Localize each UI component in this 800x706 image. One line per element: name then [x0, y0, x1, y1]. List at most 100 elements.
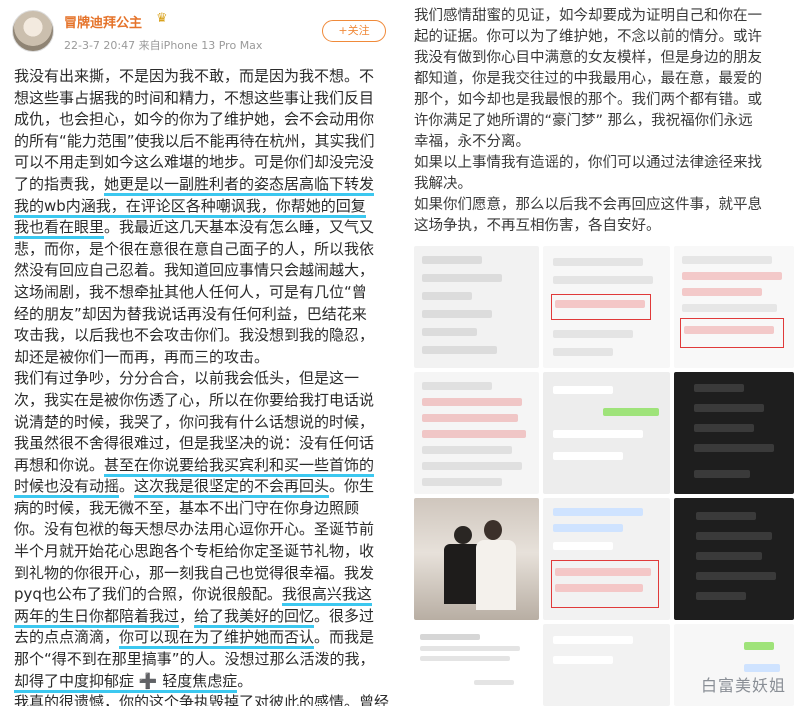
post-text: 。很多过: [314, 606, 375, 625]
weibo-post-panel: 冒牌迪拜公主 ♛ 22-3-7 20:47 来自iPhone 13 Pro Ma…: [0, 0, 400, 706]
post-line: 如果你们愿意，那么以后我不会再回应这件事，就平息: [414, 197, 762, 213]
post-line: 我真的很遗憾，你的这个争执毁掉了对彼此的感情。曾经: [14, 692, 390, 706]
author-name[interactable]: 冒牌迪拜公主: [64, 12, 142, 31]
post-line: 那个，如今却也是我最恨的那个。我们两个都有错。或: [414, 92, 762, 108]
underlined-text: 你可以现在为了维护她而否认: [119, 628, 315, 650]
post-text: 了的指责我，: [14, 174, 105, 193]
avatar[interactable]: [12, 10, 54, 52]
underlined-text: 甚至在你说要给我买宾利和买一些首饰的: [104, 455, 375, 477]
post-text: 。而我是: [314, 628, 375, 647]
post-continuation-panel: 我们感情甜蜜的见证，如今却要成为证明自己和你在一 起的证据。你可以为了维护她，不念…: [400, 0, 800, 706]
post-text: 想这些事占据我的时间和精力，不想这些事让我们反目: [14, 88, 375, 107]
couple-photo: [414, 498, 539, 620]
post-line: 攻击我，以后我也不会攻击你们。我没想到我的隐忍，: [14, 325, 386, 347]
post-line: 可以不用走到如今这么难堪的地步。可是你们却没完没: [14, 152, 386, 174]
post-line: 去的点点滴滴，你可以现在为了维护她而否认。而我是: [14, 627, 386, 650]
chat-screenshot-2: [543, 246, 670, 368]
post-text: 的所有“能力范围”使我以后不能再待在杭州，其实我们: [14, 131, 375, 150]
post-text: 去的点点滴滴，: [14, 628, 120, 647]
post-text: 说清楚的时候，我哭了，你问我有什么话想说的时候，: [14, 412, 375, 431]
post-line: 幸福，永不分离。: [414, 134, 530, 150]
post-text: 病的时候，我无微不至，基本不出门守在你身边照顾: [14, 498, 360, 517]
post-line: 想这些事占据我的时间和精力，不想这些事让我们反目: [14, 88, 386, 110]
post-body-left: 我没有出来撕，不是因为我不敢，而是因为我不想。不 想这些事占据我的时间和精力，不想…: [14, 66, 390, 706]
post-text: 可以不用走到如今这么难堪的地步。可是你们却没完没: [14, 153, 375, 172]
post-line: 时候也没有动摇。这次我是很坚定的不会再回头。你生: [14, 476, 386, 499]
post-line: 我们有过争吵，分分合合，以前我会低头，但是这一: [14, 368, 386, 390]
post-line: 起的证据。你可以为了维护她，不念以前的情分。或许: [414, 29, 762, 45]
post-line: 了的指责我，她更是以一副胜利者的姿态居高临下转发: [14, 174, 386, 196]
post-text: 然没有回应自己忍着。我知道回应事情只会越闹越大，: [14, 261, 375, 280]
chat-screenshot-1: [414, 246, 539, 368]
follow-button[interactable]: +关注: [322, 20, 386, 42]
chat-screenshot-7: [543, 498, 670, 620]
post-text: 我们有过争吵，分分合合，以前我会低头，但是这一: [14, 369, 360, 388]
post-line: 再想和你说。甚至在你说要给我买宾利和买一些首饰的: [14, 455, 386, 477]
post-body-right: 我们感情甜蜜的见证，如今却要成为证明自己和你在一 起的证据。你可以为了维护她，不念…: [414, 6, 794, 237]
post-text: 我没有出来撕，不是因为我不敢，而是因为我不想。不: [14, 67, 375, 85]
post-text: 我真的很遗憾，你的这个争执毁掉了对彼此的感情。曾经: [14, 693, 390, 706]
post-line: pyq也公布了我们的合照，你说很般配。我很高兴我这: [14, 584, 386, 607]
post-line: 我解决。: [414, 176, 472, 192]
post-line: 如果以上事情我有造谣的，你们可以通过法律途径来找: [414, 155, 762, 171]
chat-screenshot-5: [543, 372, 670, 494]
post-line: 我也看在眼里。我最近这几天基本没有怎么睡，又气又: [14, 217, 386, 240]
post-line: 病的时候，我无微不至，基本不出门守在你身边照顾: [14, 498, 386, 520]
post-line: 说清楚的时候，我哭了，你问我有什么话想说的时候，: [14, 412, 386, 434]
underlined-text: 我的wb内涵我，在评论区各种嘲讽我，你帮她的回复: [14, 196, 366, 218]
chat-screenshot-3: [674, 246, 794, 368]
post-text: 。: [119, 477, 135, 496]
chat-screenshot-8: [674, 498, 794, 620]
underlined-text: 给了我美好的回忆: [194, 606, 315, 628]
post-line: 我没有做到你心目中满意的女友模样，但是身边的朋友: [414, 50, 762, 66]
post-text: 次，我实在是被你伤透了心，所以在你要给我打电话说: [14, 390, 375, 409]
post-line: 两年的生日你都陪着我过，给了我美好的回忆。很多过: [14, 606, 386, 628]
post-line: 却还是被你们一而再，再而三的攻击。: [14, 347, 386, 369]
post-text: 你。没有包袱的每天想尽办法用心逗你开心。圣诞节前: [14, 520, 375, 539]
post-line: 悲，而你，是个很在意很在意自己面子的人，所以我依: [14, 239, 386, 261]
chat-screenshot-6: [674, 372, 794, 494]
post-line: 这场争执，不再互相伤害，各自安好。: [414, 218, 661, 234]
post-line: 到礼物的你很开心，那一刻我自己也觉得很幸福。我发: [14, 563, 386, 585]
document-screenshot: [414, 624, 539, 706]
post-line: 这场闹剧，我不想牵扯其他人任何人，可是有几位“曾: [14, 282, 386, 304]
chat-screenshot-9: [543, 624, 670, 706]
chat-screenshot-4: [414, 372, 539, 494]
post-text: 那个“得不到在那里搞事”的人。没想过那么活泼的我，: [14, 650, 375, 669]
post-text: 悲，而你，是个很在意很在意自己面子的人，所以我依: [14, 239, 375, 258]
underlined-text: 却得了中度抑郁症 ➕ 轻度焦虑症: [14, 671, 238, 693]
post-text: 。: [237, 671, 253, 690]
post-line: 经的朋友”却因为替我说话再没有任何利益，巴结花来: [14, 304, 386, 326]
post-text: 到礼物的你很开心，那一刻我自己也觉得很幸福。我发: [14, 563, 375, 582]
underlined-text: 我很高兴我这: [281, 585, 372, 607]
post-line: 半个月就开始花心思跑各个专柜给你定圣诞节礼物，收: [14, 541, 386, 563]
post-line: 我没有出来撕，不是因为我不敢，而是因为我不想。不: [14, 66, 386, 88]
post-line: 许你满足了她所谓的“豪门梦” 那么，我祝福你们永远: [414, 113, 753, 129]
post-line: 你。没有包袱的每天想尽办法用心逗你开心。圣诞节前: [14, 519, 386, 541]
underlined-text: 她更是以一副胜利者的姿态居高临下转发: [104, 174, 375, 196]
post-line: 次，我实在是被你伤透了心，所以在你要给我打电话说: [14, 390, 386, 412]
post-line: 然没有回应自己忍着。我知道回应事情只会越闹越大，: [14, 260, 386, 282]
post-text: 。我最近这几天基本没有怎么睡，又气又: [104, 218, 375, 237]
post-line: 成仇，也会担心，如今的你为了维护她，会不会动用你: [14, 109, 386, 131]
post-header: 冒牌迪拜公主 ♛ 22-3-7 20:47 来自iPhone 13 Pro Ma…: [0, 0, 400, 64]
post-line: 的所有“能力范围”使我以后不能再待在杭州，其实我们: [14, 131, 386, 153]
post-text: 成仇，也会担心，如今的你为了维护她，会不会动用你: [14, 110, 375, 129]
underlined-text: 我也看在眼里: [14, 218, 105, 240]
post-text: pyq也公布了我们的合照，你说很般配。: [14, 585, 282, 604]
post-line: 我虽然很不舍得很难过，但是我坚决的说：没有任何话: [14, 433, 386, 455]
post-text: 。你生: [329, 477, 375, 496]
post-line: 却得了中度抑郁症 ➕ 轻度焦虑症。: [14, 671, 386, 693]
underlined-text: 时候也没有动摇: [14, 477, 120, 499]
crown-icon: ♛: [156, 11, 168, 26]
post-text: 我虽然很不舍得很难过，但是我坚决的说：没有任何话: [14, 434, 375, 453]
post-text: 再想和你说。: [14, 455, 105, 474]
post-text: 却还是被你们一而再，再而三的攻击。: [14, 347, 270, 366]
post-text: ，: [179, 606, 195, 625]
post-meta: 22-3-7 20:47 来自iPhone 13 Pro Max: [64, 39, 263, 52]
post-text: 经的朋友”却因为替我说话再没有任何利益，巴结花来: [14, 304, 367, 323]
post-line: 我们感情甜蜜的见证，如今却要成为证明自己和你在一: [414, 8, 762, 24]
post-line: 我的wb内涵我，在评论区各种嘲讽我，你帮她的回复: [14, 196, 386, 218]
post-text: 半个月就开始花心思跑各个专柜给你定圣诞节礼物，收: [14, 542, 375, 561]
post-text: 这场闹剧，我不想牵扯其他人任何人，可是有几位“曾: [14, 282, 367, 301]
